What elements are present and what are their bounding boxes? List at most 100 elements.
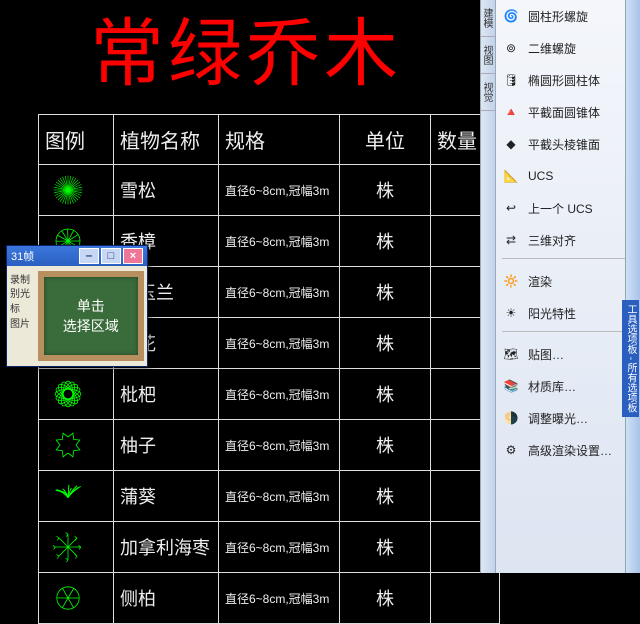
tool-label: 二维螺旋 bbox=[528, 40, 576, 57]
tool-label: 阳光特性 bbox=[528, 305, 576, 322]
tool-label: 调整曝光… bbox=[528, 410, 588, 427]
tool-item[interactable]: ↩上一个 UCS▶ bbox=[496, 192, 640, 224]
tool-icon: ⚙ bbox=[500, 439, 522, 461]
tool-icon: ↩ bbox=[500, 197, 522, 219]
qty-cell bbox=[431, 573, 500, 624]
tool-item[interactable]: 🌗 调整曝光… bbox=[496, 402, 640, 434]
palette-title: 工具选项板 - 所有选项板 bbox=[622, 300, 639, 417]
tool-item[interactable]: 🛢 椭圆形圆柱体 bbox=[496, 64, 640, 96]
unit-cell: 株 bbox=[340, 471, 431, 522]
palette-scrollbar[interactable] bbox=[625, 0, 640, 573]
tool-item[interactable]: 🌀圆柱形螺旋▶ bbox=[496, 0, 640, 32]
spec-cell: 直径6~8cm,冠幅3m bbox=[219, 318, 340, 369]
legend-cell bbox=[39, 573, 114, 624]
spec-cell: 直径6~8cm,冠幅3m bbox=[219, 216, 340, 267]
tool-icon: ⊚ bbox=[500, 37, 522, 59]
table-row: 加拿利海枣直径6~8cm,冠幅3m株 bbox=[39, 522, 500, 573]
spec-cell: 直径6~8cm,冠幅3m bbox=[219, 573, 340, 624]
legend-cell bbox=[39, 165, 114, 216]
drawing-title: 常绿乔木 bbox=[90, 0, 402, 101]
tool-icon: 🛢 bbox=[500, 69, 522, 91]
tool-icon: 📐 bbox=[500, 165, 522, 187]
recorder-titlebar[interactable]: 31帧 ‒ □ × bbox=[7, 246, 147, 266]
unit-cell: 株 bbox=[340, 165, 431, 216]
th-spec: 规格 bbox=[219, 115, 340, 165]
unit-cell: 株 bbox=[340, 216, 431, 267]
tool-item[interactable]: ☀阳光特性▶ bbox=[496, 297, 640, 329]
tool-label: 圆柱形螺旋 bbox=[528, 8, 588, 25]
plant-symbol-icon bbox=[45, 530, 91, 564]
cursor-tab[interactable]: 别光标 bbox=[10, 291, 38, 309]
recorder-window[interactable]: 31帧 ‒ □ × 录制 别光标 图片 单击 选择区域 bbox=[6, 245, 148, 367]
name-cell: 侧柏 bbox=[114, 573, 219, 624]
name-cell: 蒲葵 bbox=[114, 471, 219, 522]
tool-item[interactable]: ⚙ 高级渲染设置… bbox=[496, 434, 640, 466]
tool-label: UCS bbox=[528, 169, 553, 183]
th-legend: 图例 bbox=[39, 115, 114, 165]
spec-cell: 直径6~8cm,冠幅3m bbox=[219, 522, 340, 573]
palette-tabs[interactable]: 建模 视图 视觉 bbox=[480, 0, 495, 573]
spec-cell: 直径6~8cm,冠幅3m bbox=[219, 420, 340, 471]
th-name: 植物名称 bbox=[114, 115, 219, 165]
recorder-title: 31帧 bbox=[11, 248, 34, 264]
table-row: 雪松直径6~8cm,冠幅3m株 bbox=[39, 165, 500, 216]
legend-cell bbox=[39, 471, 114, 522]
plant-symbol-icon bbox=[45, 377, 91, 411]
tool-item[interactable]: 📐UCS▶ bbox=[496, 160, 640, 192]
tool-label: 上一个 UCS bbox=[528, 200, 593, 217]
vtab-view[interactable]: 视图 bbox=[481, 37, 495, 74]
tool-item[interactable]: 🔺 平截面圆锥体 bbox=[496, 96, 640, 128]
legend-cell bbox=[39, 369, 114, 420]
tool-item[interactable]: ⊚ 二维螺旋 bbox=[496, 32, 640, 64]
maximize-button[interactable]: □ bbox=[101, 248, 121, 264]
image-tab[interactable]: 图片 bbox=[10, 313, 38, 331]
tool-palette: 建模 视图 视觉 🌀圆柱形螺旋▶⊚二维螺旋🛢椭圆形圆柱体🔺平截面圆锥体◆平截头棱… bbox=[480, 0, 640, 573]
tool-list: 🌀圆柱形螺旋▶⊚二维螺旋🛢椭圆形圆柱体🔺平截面圆锥体◆平截头棱锥面📐UCS▶↩上… bbox=[495, 0, 640, 573]
table-header-row: 图例 植物名称 规格 单位 数量 bbox=[39, 115, 500, 165]
table-row: 蒲葵直径6~8cm,冠幅3m株 bbox=[39, 471, 500, 522]
vtab-model[interactable]: 建模 bbox=[481, 0, 495, 37]
unit-cell: 株 bbox=[340, 522, 431, 573]
tool-icon: ☀ bbox=[500, 302, 522, 324]
unit-cell: 株 bbox=[340, 573, 431, 624]
tool-label: 贴图… bbox=[528, 346, 564, 363]
spec-cell: 直径6~8cm,冠幅3m bbox=[219, 165, 340, 216]
tool-item[interactable]: 🗺贴图…▶ bbox=[496, 338, 640, 370]
minimize-button[interactable]: ‒ bbox=[79, 248, 99, 264]
table-row: 侧柏直径6~8cm,冠幅3m株 bbox=[39, 573, 500, 624]
table-row: 柚子直径6~8cm,冠幅3m株 bbox=[39, 420, 500, 471]
plant-symbol-icon bbox=[45, 428, 91, 462]
recorder-sidebar: 录制 别光标 图片 bbox=[10, 269, 38, 363]
tool-item[interactable]: 🔆渲染▶ bbox=[496, 265, 640, 297]
tool-icon: 🌀 bbox=[500, 5, 522, 27]
vtab-visual[interactable]: 视觉 bbox=[481, 74, 495, 111]
tool-label: 渲染 bbox=[528, 273, 552, 290]
tool-icon: ◆ bbox=[500, 133, 522, 155]
unit-cell: 株 bbox=[340, 267, 431, 318]
legend-cell bbox=[39, 420, 114, 471]
tool-item[interactable]: ◆平截头棱锥面 bbox=[496, 128, 640, 160]
tool-icon: 🌗 bbox=[500, 407, 522, 429]
name-cell: 加拿利海枣 bbox=[114, 522, 219, 573]
select-region-button[interactable]: 单击 选择区域 bbox=[38, 271, 144, 361]
th-unit: 单位 bbox=[340, 115, 431, 165]
unit-cell: 株 bbox=[340, 318, 431, 369]
tool-label: 高级渲染设置… bbox=[528, 442, 612, 459]
tool-icon: 🗺 bbox=[500, 343, 522, 365]
name-cell: 枇杷 bbox=[114, 369, 219, 420]
tool-label: 平截面圆锥体 bbox=[528, 104, 600, 121]
tool-item[interactable]: 📚材质库… bbox=[496, 370, 640, 402]
tool-icon: 🔺 bbox=[500, 101, 522, 123]
name-cell: 雪松 bbox=[114, 165, 219, 216]
spec-cell: 直径6~8cm,冠幅3m bbox=[219, 267, 340, 318]
unit-cell: 株 bbox=[340, 369, 431, 420]
plant-symbol-icon bbox=[45, 479, 91, 513]
close-button[interactable]: × bbox=[123, 248, 143, 264]
legend-cell bbox=[39, 522, 114, 573]
tool-icon: 🔆 bbox=[500, 270, 522, 292]
unit-cell: 株 bbox=[340, 420, 431, 471]
tool-label: 椭圆形圆柱体 bbox=[528, 72, 600, 89]
tool-label: 三维对齐 bbox=[528, 232, 576, 249]
table-row: 枇杷直径6~8cm,冠幅3m株 bbox=[39, 369, 500, 420]
tool-item[interactable]: ⇄三维对齐▶ bbox=[496, 224, 640, 256]
